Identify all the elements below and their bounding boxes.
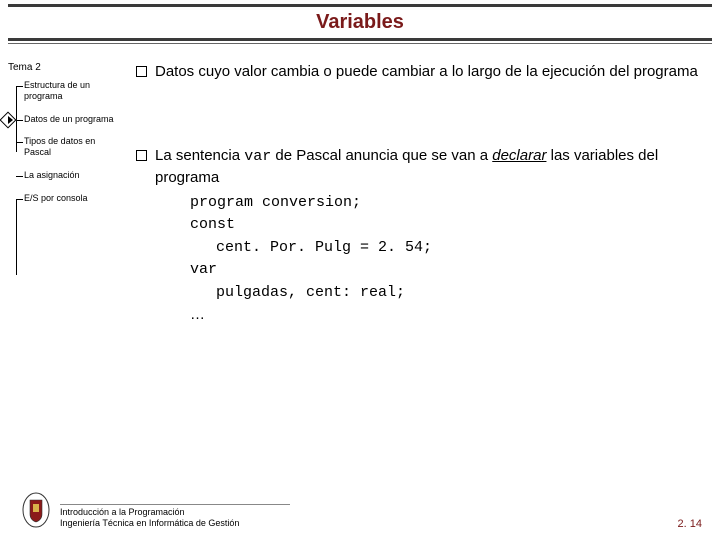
square-bullet-icon	[136, 66, 147, 77]
outline-sidebar: Tema 2 Estructura de un programa Datos d…	[6, 62, 122, 327]
page-number: 2. 14	[678, 518, 702, 530]
outline-item-estructura: Estructura de un programa	[10, 74, 122, 108]
code-line: cent. Por. Pulg = 2. 54;	[190, 237, 708, 260]
bullet-2-text: La sentencia var de Pascal anuncia que s…	[155, 146, 708, 188]
bullet-1-text: Datos cuyo valor cambia o puede cambiar …	[155, 62, 698, 82]
rule-mid	[8, 38, 712, 41]
outline-item-es: E/S por consola	[10, 187, 122, 210]
code-block: program conversion; const cent. Por. Pul…	[136, 192, 708, 327]
code-line: const	[190, 214, 708, 237]
outline-label: Datos de un programa	[24, 114, 114, 124]
tree-line	[16, 200, 17, 275]
outline-item-tipos: Tipos de datos en Pascal	[10, 130, 122, 164]
spacer	[136, 106, 708, 146]
outline-label: La asignación	[24, 170, 80, 180]
code-line-ellipsis: …	[190, 304, 708, 327]
outline-label: Estructura de un programa	[24, 80, 90, 101]
slide: Variables Tema 2 Estructura de un progra…	[0, 0, 720, 540]
text: de Pascal anuncia que se van a	[271, 147, 492, 164]
outline-item-datos: Datos de un programa	[10, 108, 122, 131]
current-marker-icon	[2, 114, 14, 126]
code-line-var: var	[190, 259, 708, 282]
emph-declarar: declarar	[492, 147, 546, 164]
footer-rule	[60, 504, 290, 505]
code-line: program conversion;	[190, 192, 708, 215]
footer: Introducción a la Programación Ingenierí…	[20, 488, 702, 530]
square-bullet-icon	[136, 150, 147, 161]
outline-item-asignacion: La asignación	[10, 164, 122, 187]
title-block: Variables	[0, 0, 720, 44]
outline-root: Tema 2	[6, 62, 122, 74]
crest-icon	[20, 488, 52, 530]
outline-label: E/S por consola	[24, 193, 88, 203]
outline-label: Tipos de datos en Pascal	[24, 136, 95, 157]
bullet-1: Datos cuyo valor cambia o puede cambiar …	[136, 62, 708, 82]
code-keyword: var	[244, 148, 271, 165]
footer-text: Introducción a la Programación Ingenierí…	[60, 504, 290, 530]
footer-line-2: Ingeniería Técnica en Informática de Ges…	[60, 518, 290, 530]
code-line: pulgadas, cent: real;	[190, 282, 708, 305]
text: La sentencia	[155, 147, 244, 164]
slide-title: Variables	[0, 7, 720, 38]
footer-line-1: Introducción a la Programación	[60, 507, 290, 519]
main-content: Datos cuyo valor cambia o puede cambiar …	[122, 62, 708, 327]
bullet-2: La sentencia var de Pascal anuncia que s…	[136, 146, 708, 188]
